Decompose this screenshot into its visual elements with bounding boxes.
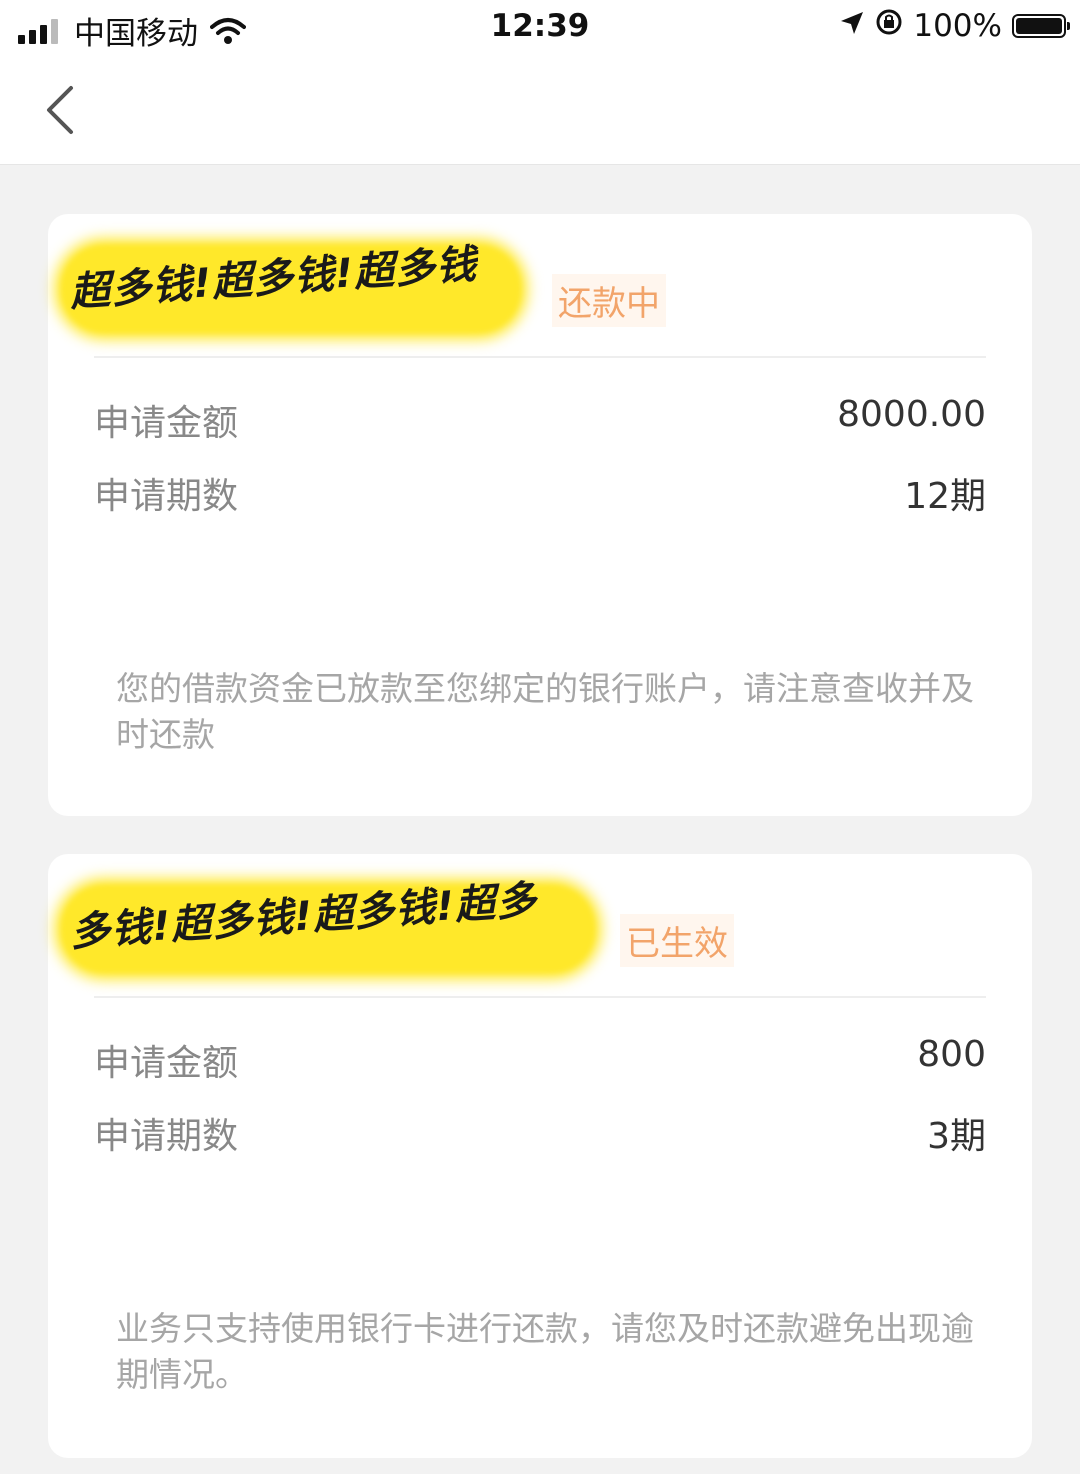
apply-periods-label: 申请期数 <box>94 1116 239 1157</box>
apply-periods-label: 申请期数 <box>94 476 239 517</box>
battery-percent: 100% <box>913 8 1002 44</box>
loan-card-header: 超多钱!超多钱!超多钱 还款中 <box>48 214 1032 356</box>
status-badge: 还款中 <box>552 274 666 327</box>
status-badge: 已生效 <box>620 914 734 967</box>
loan-card[interactable]: 超多钱!超多钱!超多钱 还款中 申请金额 8000.00 申请期数 12期 您的… <box>48 214 1032 816</box>
loan-card-header: 多钱!超多钱!超多钱!超多 已生效 <box>48 854 1032 996</box>
divider <box>94 356 986 358</box>
location-arrow-icon <box>839 8 865 44</box>
apply-periods-row: 申请期数 3期 <box>94 1107 986 1157</box>
orientation-lock-icon <box>875 8 903 44</box>
battery-icon <box>1012 14 1070 38</box>
apply-amount-value: 800 <box>917 1034 986 1075</box>
battery-fill <box>1016 18 1062 34</box>
loan-card[interactable]: 多钱!超多钱!超多钱!超多 已生效 申请金额 800 申请期数 3期 业务只支持… <box>48 854 1032 1458</box>
back-button[interactable] <box>30 80 90 140</box>
status-right: 100% <box>829 8 1070 44</box>
chevron-left-icon <box>47 86 73 134</box>
apply-periods-row: 申请期数 12期 <box>94 467 986 517</box>
status-bar: 中国移动 12:39 100% <box>0 0 1080 58</box>
apply-amount-value: 8000.00 <box>837 394 986 435</box>
apply-amount-label: 申请金额 <box>94 403 239 444</box>
nav-bar <box>0 58 1080 165</box>
apply-periods-value: 12期 <box>904 476 986 517</box>
apply-amount-row: 申请金额 800 <box>94 1034 986 1084</box>
apply-amount-label: 申请金额 <box>94 1043 239 1084</box>
divider <box>94 996 986 998</box>
apply-amount-row: 申请金额 8000.00 <box>94 394 986 444</box>
loan-note: 您的借款资金已放款至您绑定的银行账户，请注意查收并及时还款 <box>116 669 974 754</box>
apply-periods-value: 3期 <box>927 1116 986 1157</box>
loan-note: 业务只支持使用银行卡进行还款，请您及时还款避免出现逾期情况。 <box>116 1309 974 1394</box>
